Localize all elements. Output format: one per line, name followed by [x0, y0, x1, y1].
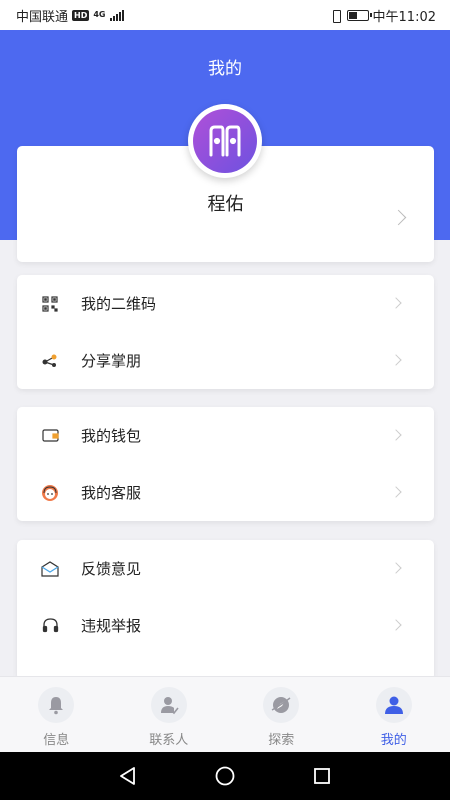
menu-label: 反馈意见 [81, 560, 142, 578]
menu-item-report[interactable]: 违规举报 [17, 597, 434, 654]
page-title: 我的 [208, 59, 242, 79]
recents-button[interactable] [307, 761, 337, 791]
home-circle-icon [215, 766, 235, 786]
home-button[interactable] [210, 761, 240, 791]
clock: 中午11:02 [372, 9, 436, 25]
network-type: 4G [93, 10, 106, 19]
back-button[interactable] [113, 761, 143, 791]
tab-messages[interactable]: 信息 [0, 677, 113, 752]
menu-label: 违规举报 [81, 617, 142, 635]
chevron-right-icon [390, 486, 402, 498]
tab-me[interactable]: 我的 [338, 677, 450, 752]
tab-label: 探索 [268, 733, 295, 748]
chevron-right-icon [390, 297, 402, 309]
carrier-name: 中国联通 [16, 9, 69, 25]
tab-explore[interactable]: 探索 [225, 677, 338, 752]
tab-label: 联系人 [149, 733, 189, 748]
menu-label: 我的钱包 [81, 427, 142, 445]
menu-group-social: 我的二维码 分享掌朋 [17, 275, 434, 389]
menu-label: 分享掌朋 [81, 352, 142, 370]
menu-item-share[interactable]: 分享掌朋 [17, 332, 434, 389]
chevron-right-icon [390, 354, 402, 366]
share-icon [41, 352, 59, 370]
person-icon [375, 687, 412, 723]
contacts-icon [150, 687, 187, 723]
status-left: 中国联通 HD 4G [16, 6, 124, 25]
menu-item-feedback[interactable]: 反馈意见 [17, 540, 434, 597]
qr-code-icon [41, 295, 59, 313]
menu-group-account: 我的钱包 我的客服 [17, 407, 434, 521]
signal-icon [109, 9, 124, 21]
menu-label: 我的二维码 [81, 295, 157, 313]
battery-icon [346, 9, 372, 21]
avatar-logo-icon [193, 109, 257, 173]
profile-name: 程佑 [207, 194, 244, 215]
chevron-right-icon [390, 562, 402, 574]
menu-group-support: 反馈意见 违规举报 [17, 540, 434, 680]
menu-item-wallet[interactable]: 我的钱包 [17, 407, 434, 464]
vibrate-icon [329, 9, 343, 23]
tab-contacts[interactable]: 联系人 [113, 677, 226, 752]
mail-icon [41, 560, 59, 578]
system-nav-bar [0, 752, 450, 800]
customer-service-icon [41, 484, 59, 502]
status-bar: 中国联通 HD 4G 中午11:02 [0, 0, 450, 30]
tab-label: 信息 [43, 733, 70, 748]
compass-icon [263, 687, 300, 723]
back-triangle-icon [120, 767, 136, 785]
tab-label: 我的 [380, 733, 407, 748]
recents-square-icon [313, 768, 330, 784]
wallet-icon [41, 427, 59, 445]
chevron-right-icon [390, 619, 402, 631]
menu-item-customer-service[interactable]: 我的客服 [17, 464, 434, 521]
bottom-tab-bar: 信息 联系人 探索 我的 [0, 676, 450, 752]
status-right: 中午11:02 [329, 6, 436, 25]
menu-label: 我的客服 [81, 484, 142, 502]
avatar[interactable] [188, 104, 262, 178]
bell-icon [38, 687, 75, 723]
hd-badge: HD [72, 9, 90, 21]
chevron-right-icon [390, 429, 402, 441]
menu-item-my-qr-code[interactable]: 我的二维码 [17, 275, 434, 332]
headset-icon [41, 617, 59, 635]
